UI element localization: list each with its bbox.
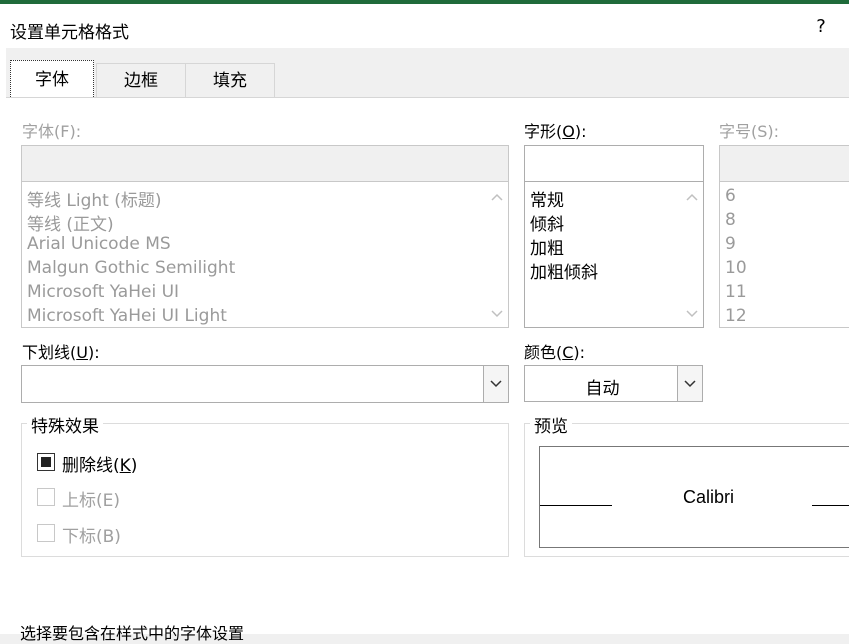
font-list-item[interactable]: Arial Unicode MS (27, 234, 171, 254)
preview-box: Calibri (539, 446, 849, 548)
subscript-checkbox[interactable] (37, 524, 55, 542)
font-list-item[interactable]: Microsoft YaHei UI Light (27, 306, 227, 326)
underline-dropdown[interactable] (21, 365, 509, 403)
font-size-item[interactable]: 11 (725, 282, 747, 302)
superscript-label[interactable]: 上标(E) (62, 486, 120, 511)
color-dropdown[interactable]: 自动 (524, 365, 703, 402)
color-label: 颜色(C): (524, 343, 586, 362)
font-size-item[interactable]: 9 (725, 234, 736, 254)
font-label: 字体(F): (22, 122, 82, 141)
footer-note: 选择要包含在样式中的字体设置 (20, 624, 245, 643)
font-size-item[interactable]: 10 (725, 258, 747, 278)
chevron-down-icon[interactable] (681, 304, 703, 324)
indeterminate-mark-icon (41, 457, 51, 467)
tab-font[interactable]: 字体 (10, 60, 94, 99)
preview-baseline-left (540, 505, 612, 506)
help-button[interactable]: ? (810, 16, 832, 38)
strikethrough-checkbox[interactable] (37, 453, 55, 471)
underline-label: 下划线(U): (22, 343, 100, 362)
font-input[interactable] (21, 145, 509, 182)
font-style-label: 字形(O): (524, 122, 587, 141)
preview-baseline-right (812, 505, 849, 506)
font-style-item[interactable]: 加粗 (530, 234, 564, 259)
preview-title: 预览 (530, 412, 572, 437)
font-list-item[interactable]: Microsoft YaHei UI (27, 282, 179, 302)
font-style-list[interactable]: 常规 倾斜 加粗 加粗倾斜 (524, 181, 704, 328)
font-list-item[interactable]: 等线 (正文) (27, 210, 114, 235)
color-value: 自动 (585, 379, 620, 399)
dialog-title: 设置单元格格式 (10, 23, 129, 43)
chevron-down-icon[interactable] (677, 366, 702, 401)
tab-strip: 字体 边框 填充 (6, 60, 849, 99)
chevron-up-icon[interactable] (681, 187, 703, 207)
font-style-item[interactable]: 常规 (530, 186, 564, 211)
font-size-item[interactable]: 12 (725, 306, 747, 326)
superscript-checkbox[interactable] (37, 488, 55, 506)
chevron-down-icon[interactable] (486, 304, 508, 324)
font-list-scrollbar[interactable] (486, 182, 508, 327)
effects-title: 特殊效果 (27, 412, 103, 437)
font-size-list[interactable]: 6 8 9 10 11 12 (719, 181, 849, 328)
title-bar: 设置单元格格式 ? (0, 4, 849, 48)
strikethrough-label[interactable]: 删除线(K) (62, 451, 137, 476)
tab-border[interactable]: 边框 (96, 63, 186, 98)
preview-sample-text: Calibri (683, 487, 735, 507)
font-style-scrollbar[interactable] (681, 182, 703, 327)
font-list[interactable]: 等线 Light (标题) 等线 (正文) Arial Unicode MS M… (21, 181, 509, 328)
font-size-input[interactable] (719, 145, 849, 182)
chevron-down-icon[interactable] (483, 366, 508, 402)
font-size-item[interactable]: 6 (725, 186, 736, 206)
font-size-label: 字号(S): (719, 122, 780, 141)
font-style-item[interactable]: 倾斜 (530, 210, 564, 235)
chevron-up-icon[interactable] (486, 187, 508, 207)
font-list-item[interactable]: Malgun Gothic Semilight (27, 258, 235, 278)
tab-fill[interactable]: 填充 (185, 63, 275, 98)
font-list-item[interactable]: 等线 Light (标题) (27, 186, 162, 211)
font-style-input[interactable] (524, 145, 704, 182)
font-style-item[interactable]: 加粗倾斜 (530, 258, 598, 283)
font-size-item[interactable]: 8 (725, 210, 736, 230)
subscript-label[interactable]: 下标(B) (62, 522, 121, 547)
